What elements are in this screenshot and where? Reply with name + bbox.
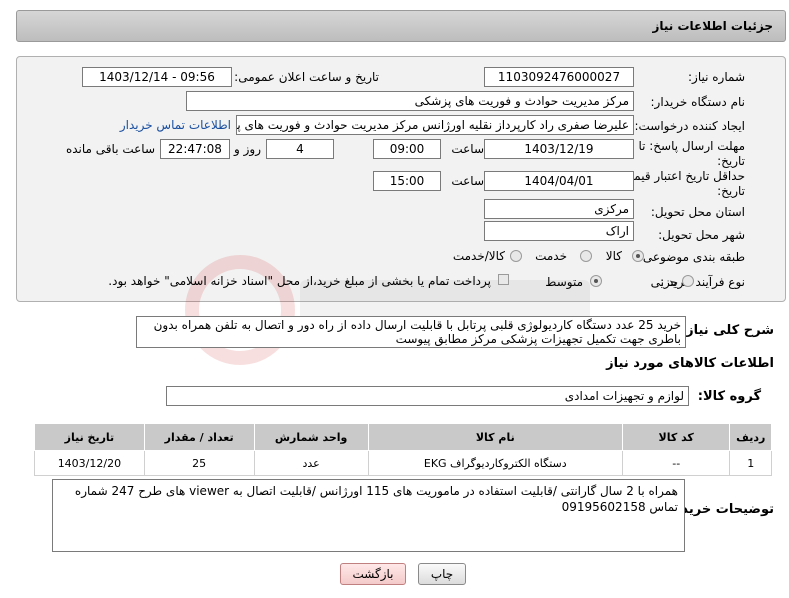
treasury-payment-checkbox[interactable] [498,274,509,285]
province-label: استان محل تحویل: [650,205,745,219]
items-table-header: ردیف کد کالا نام کالا واحد شمارش تعداد /… [34,423,772,451]
description-label: شرح کلی نیاز: [680,323,774,338]
cell-unit: عدد [253,450,369,476]
buyer-org-field[interactable]: مرکز مدیریت حوادث و فوریت های پزشکی [186,91,634,111]
page-header: جزئیات اطلاعات نیاز [16,10,786,42]
cell-quantity: 25 [143,450,255,476]
back-button[interactable]: بازگشت [340,563,406,585]
treasury-payment-note: پرداخت تمام یا بخشی از مبلغ خرید،از محل … [108,274,491,288]
col-header-unit: واحد شمارش [253,423,369,451]
goods-group-label: گروه کالا: [697,389,761,404]
col-header-code: کد کالا [621,423,731,451]
col-header-date: تاریخ نیاز [34,423,145,451]
category-option-goods: کالا [605,249,622,263]
cell-row: 1 [729,450,772,476]
city-field[interactable]: اراک [484,221,634,241]
deadline-date-label: تاریخ: [717,154,745,168]
need-number-label: شماره نیاز: [688,70,745,84]
buyer-org-label: نام دستگاه خریدار: [650,95,746,109]
announce-label: تاریخ و ساعت اعلان عمومی: [234,70,379,84]
category-option-service: خدمت [535,249,567,263]
validity-date-field[interactable]: 1404/04/01 [484,171,634,191]
category-option-goods-service: کالا/خدمت [452,249,505,263]
validity-date-label: تاریخ: [717,184,745,198]
remaining-time-label: ساعت باقی مانده [65,142,155,156]
remaining-time-field[interactable]: 22:47:08 [160,139,230,159]
process-option-minor: جزیی [650,275,678,289]
col-header-row: ردیف [729,423,772,451]
print-button[interactable]: چاپ [418,563,466,585]
deadline-time-label: ساعت [451,142,484,156]
process-option-medium: متوسط [545,275,583,289]
days-remaining-field[interactable]: 4 [266,139,334,159]
category-label: طبقه بندی موضوعی: [638,250,745,264]
cell-name: دستگاه الکتروکاردیوگراف EKG [367,450,623,476]
need-number-field[interactable]: 1103092476000027 [484,67,634,87]
category-radio-goods[interactable] [632,250,644,262]
validity-time-label: ساعت [451,174,484,188]
deadline-label: مهلت ارسال پاسخ: تا [638,139,745,153]
announce-datetime-field[interactable]: 1403/12/14 - 09:56 [82,67,232,87]
creator-field[interactable]: علیرضا صفری راد کارپرداز نقلیه اورژانس م… [236,115,634,135]
cell-date: 1403/12/20 [34,450,145,476]
creator-label: ایجاد کننده درخواست: [634,119,745,133]
goods-group-field[interactable]: لوازم و تجهیزات امدادی [166,386,689,406]
col-header-name: نام کالا [367,423,623,451]
buyer-contact-link[interactable]: اطلاعات تماس خریدار [120,118,231,132]
category-radio-goods-service[interactable] [510,250,522,262]
table-row[interactable]: 1 -- دستگاه الکتروکاردیوگراف EKG عدد 25 … [34,450,772,476]
goods-section-title: اطلاعات کالاهای مورد نیاز [606,356,774,371]
description-textarea[interactable]: خرید 25 عدد دستگاه کاردیولوژی قلبی پرتاب… [136,316,686,348]
process-radio-minor[interactable] [682,275,694,287]
cell-code: -- [621,450,731,476]
buyer-notes-textarea[interactable]: همراه با 2 سال گارانتی /قابلیت استفاده د… [52,479,685,552]
deadline-time-field[interactable]: 09:00 [373,139,441,159]
col-header-quantity: تعداد / مقدار [143,423,255,451]
province-field[interactable]: مرکزی [484,199,634,219]
days-label: روز و [234,142,261,156]
deadline-date-field[interactable]: 1403/12/19 [484,139,634,159]
city-label: شهر محل تحویل: [658,228,745,242]
category-radio-service[interactable] [580,250,592,262]
items-table: ردیف کد کالا نام کالا واحد شمارش تعداد /… [34,423,772,476]
page-title: جزئیات اطلاعات نیاز [652,19,773,33]
process-radio-medium[interactable] [590,275,602,287]
validity-time-field[interactable]: 15:00 [373,171,441,191]
